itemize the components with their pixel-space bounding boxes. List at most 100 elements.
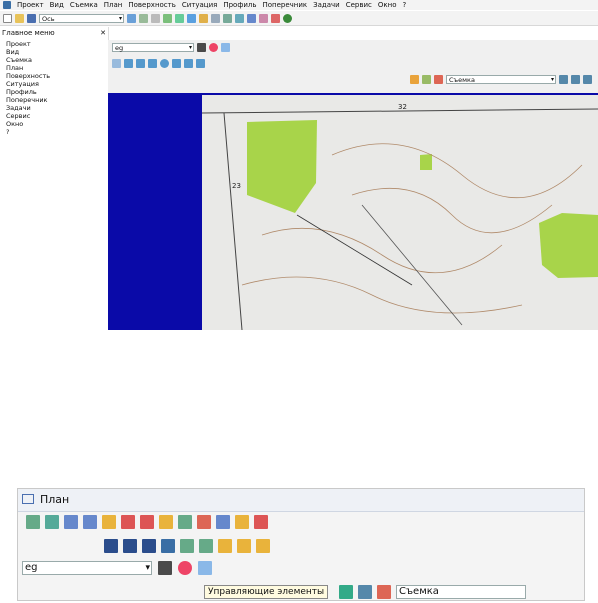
layer-combo-value: eg — [115, 44, 124, 52]
tool-icon[interactable] — [178, 515, 192, 529]
plan-toolbar-row-1 — [26, 515, 268, 529]
tool-icon[interactable] — [142, 539, 156, 553]
layer-combo[interactable]: eg ▾ — [112, 43, 194, 52]
menu-tasks[interactable]: Задачи — [313, 1, 340, 9]
plan-layer-combo[interactable]: eg ▾ — [22, 561, 152, 575]
axis-combo[interactable]: Ось ▾ — [39, 13, 124, 23]
sidebar-item-window[interactable]: Окно — [6, 120, 23, 128]
sidebar-item-view[interactable]: Вид — [6, 48, 19, 56]
sidebar-item-project[interactable]: Проект — [6, 40, 31, 48]
menu-window[interactable]: Окно — [378, 1, 397, 9]
tool-icon[interactable] — [121, 515, 135, 529]
tool-icon[interactable] — [180, 539, 194, 553]
open-folder-icon[interactable] — [15, 13, 24, 23]
zoom-icon[interactable] — [199, 13, 208, 23]
menu-surface[interactable]: Поверхность — [128, 1, 175, 9]
menu-icon[interactable] — [22, 494, 34, 504]
tool-icon[interactable] — [256, 539, 270, 553]
menu-cross-section[interactable]: Поперечник — [262, 1, 307, 9]
curve-icon[interactable] — [196, 59, 205, 68]
tool-icon[interactable] — [199, 539, 213, 553]
menu-service[interactable]: Сервис — [346, 1, 372, 9]
chart-icon[interactable] — [259, 13, 268, 23]
plan-survey-combo[interactable]: Съемка — [396, 585, 526, 599]
tool-icon[interactable] — [216, 515, 230, 529]
survey-combo-value: Съемка — [449, 76, 475, 84]
info-icon[interactable] — [178, 561, 192, 575]
sidebar-item-help[interactable]: ? — [6, 128, 9, 136]
save-icon[interactable] — [27, 13, 36, 23]
tool-icon[interactable] — [271, 13, 280, 23]
tool-icon[interactable] — [127, 13, 136, 23]
sidebar-item-plan[interactable]: План — [6, 64, 23, 72]
sidebar-item-survey[interactable]: Съемка — [6, 56, 32, 64]
menu-plan[interactable]: План — [104, 1, 123, 9]
tool-icon[interactable] — [410, 75, 419, 84]
zoom-icon[interactable] — [235, 13, 244, 23]
menu-help[interactable]: ? — [403, 1, 407, 9]
zoom-icon[interactable] — [247, 13, 256, 23]
line-icon[interactable] — [124, 59, 133, 68]
rect-icon[interactable] — [148, 59, 157, 68]
zoom-icon[interactable] — [175, 13, 184, 23]
controls-icon[interactable] — [221, 43, 230, 52]
tool-icon[interactable] — [339, 585, 353, 599]
tool-icon[interactable] — [159, 515, 173, 529]
tool-icon[interactable] — [26, 515, 40, 529]
tool-icon[interactable] — [358, 585, 372, 599]
circle-icon[interactable] — [160, 59, 169, 68]
tool-icon[interactable] — [64, 515, 78, 529]
tool-icon[interactable] — [161, 539, 175, 553]
tool-icon[interactable] — [123, 539, 137, 553]
close-icon[interactable]: ✕ — [100, 29, 106, 37]
tool-icon[interactable] — [583, 75, 592, 84]
zoom-icon[interactable] — [187, 13, 196, 23]
sidebar-item-profile[interactable]: Профиль — [6, 88, 37, 96]
point-icon[interactable] — [112, 59, 121, 68]
sidebar-item-cross-section[interactable]: Поперечник — [6, 96, 47, 104]
sidebar-item-situation[interactable]: Ситуация — [6, 80, 39, 88]
curve-icon[interactable] — [184, 59, 193, 68]
controls-icon[interactable] — [198, 561, 212, 575]
tool-icon[interactable] — [235, 515, 249, 529]
tool-icon[interactable] — [237, 539, 251, 553]
menu-survey[interactable]: Съемка — [70, 1, 98, 9]
tool-icon[interactable] — [140, 515, 154, 529]
text-icon[interactable] — [172, 59, 181, 68]
new-file-icon[interactable] — [3, 13, 12, 23]
globe-icon[interactable] — [283, 13, 292, 23]
tool-icon[interactable] — [104, 539, 118, 553]
sidebar-item-tasks[interactable]: Задачи — [6, 104, 31, 112]
zoom-icon[interactable] — [163, 13, 172, 23]
zoom-icon[interactable] — [211, 13, 220, 23]
map-canvas[interactable]: 23 32 — [202, 95, 598, 330]
tool-icon[interactable] — [377, 585, 391, 599]
arc-icon[interactable] — [136, 59, 145, 68]
undo-icon[interactable] — [151, 13, 160, 23]
tool-icon[interactable] — [83, 515, 97, 529]
chevron-down-icon: ▾ — [550, 76, 554, 83]
tool-icon[interactable] — [139, 13, 148, 23]
layers-icon[interactable] — [197, 43, 206, 52]
sidebar-item-surface[interactable]: Поверхность — [6, 72, 50, 80]
tool-icon[interactable] — [102, 515, 116, 529]
map-label-23: 23 — [232, 182, 241, 190]
tool-icon[interactable] — [197, 515, 211, 529]
menu-project[interactable]: Проект — [17, 1, 44, 9]
survey-combo[interactable]: Съемка ▾ — [446, 75, 556, 84]
info-icon[interactable] — [209, 43, 218, 52]
menu-situation[interactable]: Ситуация — [182, 1, 217, 9]
tool-icon[interactable] — [254, 515, 268, 529]
layers-icon[interactable] — [158, 561, 172, 575]
tool-icon[interactable] — [434, 75, 443, 84]
sidebar-item-service[interactable]: Сервис — [6, 112, 30, 120]
tool-icon[interactable] — [571, 75, 580, 84]
zoom-icon[interactable] — [223, 13, 232, 23]
tooltip: Управляющие элементы — [204, 585, 329, 599]
tool-icon[interactable] — [559, 75, 568, 84]
menu-profile[interactable]: Профиль — [223, 1, 256, 9]
tool-icon[interactable] — [45, 515, 59, 529]
tool-icon[interactable] — [422, 75, 431, 84]
menu-view[interactable]: Вид — [50, 1, 64, 9]
tool-icon[interactable] — [218, 539, 232, 553]
